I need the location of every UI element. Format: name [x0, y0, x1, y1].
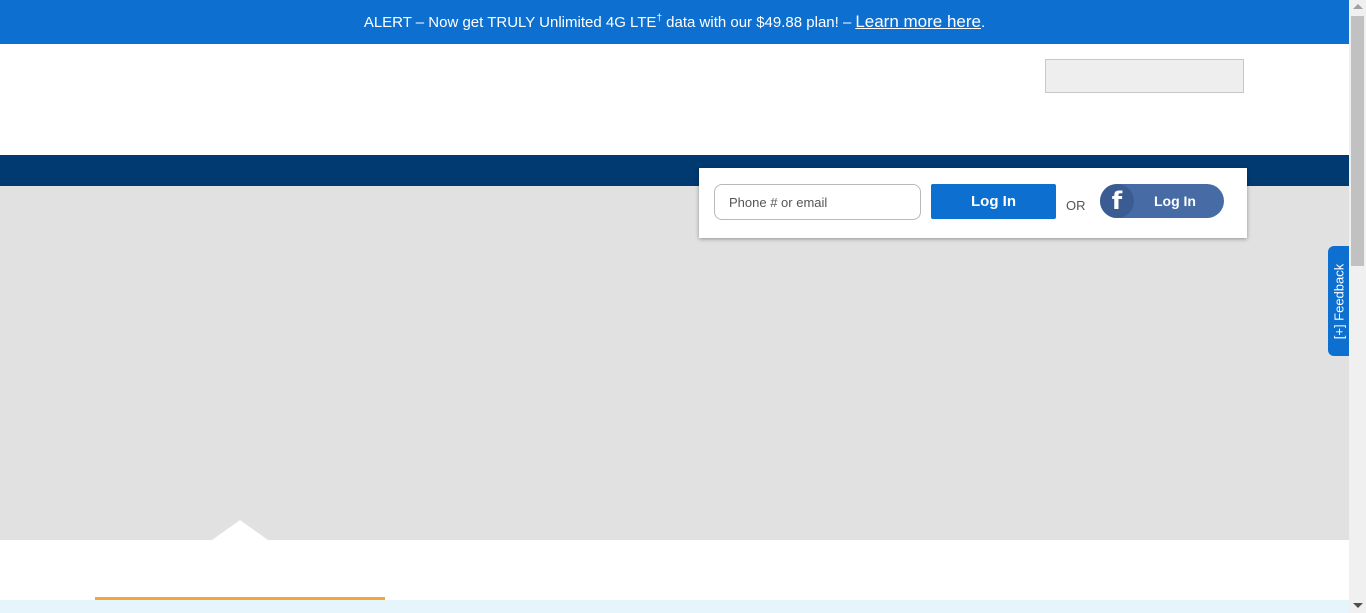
login-panel: Log In OR f Log In [699, 168, 1247, 238]
facebook-icon: f [1100, 184, 1134, 218]
feedback-tab[interactable]: [+] Feedback [1328, 246, 1349, 356]
or-separator: OR [1066, 198, 1086, 213]
scrollbar-thumb[interactable] [1351, 16, 1364, 266]
facebook-log-in-label: Log In [1154, 193, 1196, 209]
facebook-log-in-button[interactable]: f Log In [1100, 184, 1224, 218]
feedback-label: [+] Feedback [1331, 263, 1346, 339]
learn-more-link[interactable]: Learn more here [855, 12, 981, 32]
log-in-button[interactable]: Log In [931, 184, 1056, 219]
hero-pointer-notch [212, 520, 268, 540]
scroll-up-arrow-icon[interactable] [1353, 4, 1363, 9]
alert-text: ALERT – Now get TRULY Unlimited 4G LTE† … [363, 13, 852, 31]
bottom-section-strip [0, 600, 1349, 613]
site-header [0, 44, 1349, 155]
hero-banner [0, 186, 1349, 540]
scroll-down-arrow-icon[interactable] [1353, 603, 1363, 608]
phone-email-input[interactable] [714, 184, 921, 220]
alert-banner: ALERT – Now get TRULY Unlimited 4G LTE† … [0, 0, 1349, 44]
header-search-box[interactable] [1045, 59, 1244, 93]
alert-period: . [981, 13, 986, 31]
